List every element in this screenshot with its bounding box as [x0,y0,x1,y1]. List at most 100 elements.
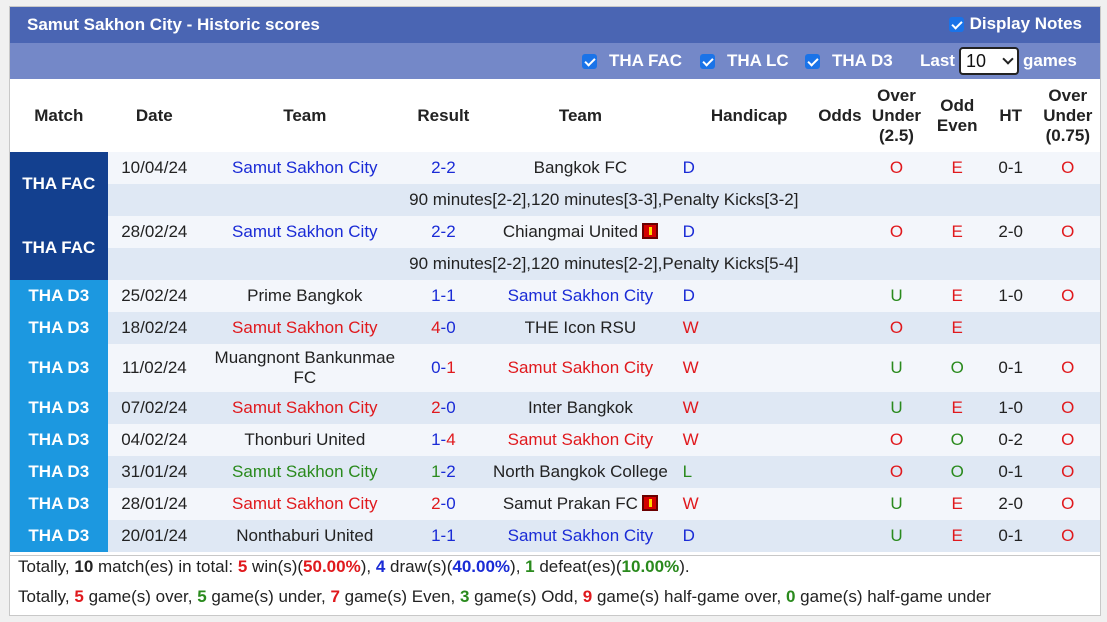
filter-tha-d3-checkbox[interactable] [805,53,820,69]
handicap-cell: D [682,520,816,552]
table-row[interactable]: THA D3 20/01/24 Nonthaburi United 1-1 Samut … [10,520,1100,552]
odd-even: E [928,488,986,520]
away-team[interactable]: Samut Sakhon City [478,520,683,552]
summary-text: game(s) under, [206,587,331,606]
summary-text: defeat(es)( [534,557,622,576]
table-row[interactable]: THA D3 25/02/24 Prime Bangkok 1-1 Samut Sakh… [10,280,1100,312]
table-row[interactable]: THA D3 31/01/24 Samut Sakhon City 1-2 North … [10,456,1100,488]
display-notes-checkbox[interactable] [948,16,964,32]
away-team[interactable]: Samut Sakhon City [478,280,683,312]
home-team[interactable]: Samut Sakhon City [201,216,409,248]
odd-even: O [928,456,986,488]
result-score[interactable]: 4-0 [408,312,479,344]
red-card-icon [641,223,658,239]
summary-defeat-pct: 10.00% [621,557,680,576]
title-bar: Samut Sakhon City - Historic scores Disp… [10,7,1100,43]
handicap-cell: L [682,456,816,488]
home-team[interactable]: Muangnont Bankunmae FC [201,344,409,392]
home-team[interactable]: Samut Sakhon City [201,392,409,424]
away-team[interactable]: Samut Prakan FC [478,488,683,520]
odd-even: E [928,392,986,424]
home-team[interactable]: Samut Sakhon City [201,312,409,344]
historic-scores-panel: Samut Sakhon City - Historic scores Disp… [9,6,1101,616]
half-time-score: 0-1 [985,152,1036,184]
home-team[interactable]: Samut Sakhon City [201,488,409,520]
result-score[interactable]: 2-0 [408,392,479,424]
league-badge[interactable]: THA D3 [10,280,108,312]
summary-line-1: Totally, 10 match(es) in total: 5 win(s)… [18,557,690,577]
last-games-select[interactable]: 10 [958,47,1019,75]
over-under-25: U [864,392,929,424]
result-score[interactable]: 1-1 [408,280,479,312]
table-row[interactable]: THA D3 07/02/24 Samut Sakhon City 2-0 Inter … [10,392,1100,424]
away-team[interactable]: Chiangmai United [478,216,683,248]
odds-cell [815,520,865,552]
score-home: 1 [431,526,441,545]
filter-tha-fac[interactable]: THA FAC [582,51,682,71]
summary-line-2: Totally, 5 game(s) over, 5 game(s) under… [18,587,991,607]
col-oe-line2: Even [936,115,978,135]
filter-tha-fac-checkbox[interactable] [582,53,597,69]
home-team[interactable]: Samut Sakhon City [201,456,409,488]
league-badge[interactable]: THA FAC [10,152,108,216]
divider [10,555,1100,556]
away-team[interactable]: THE Icon RSU [478,312,683,344]
over-under-075: O [1035,488,1100,520]
match-date: 25/02/24 [107,280,201,312]
away-team[interactable]: Bangkok FC [478,152,683,184]
table-row[interactable]: THA D3 11/02/24 Muangnont Bankunmae FC 0-1 S… [10,344,1100,392]
result-score[interactable]: 1-2 [408,456,479,488]
home-team[interactable]: Nonthaburi United [201,520,409,552]
league-badge[interactable]: THA D3 [10,456,108,488]
summary-text: Totally, [18,557,75,576]
red-card-icon [641,495,658,511]
away-team[interactable]: North Bangkok College [478,456,683,488]
home-team[interactable]: Prime Bangkok [201,280,409,312]
result-score[interactable]: 2-2 [408,216,479,248]
match-note-row: 90 minutes[2-2],120 minutes[3-3],Penalty… [10,184,1100,216]
result-score[interactable]: 1-1 [408,520,479,552]
league-badge[interactable]: THA D3 [10,424,108,456]
score-home: 1 [431,430,441,449]
summary-text: ), [360,557,376,576]
league-badge[interactable]: THA D3 [10,312,108,344]
table-row[interactable]: THA D3 04/02/24 Thonburi United 1-4 Samut Sa… [10,424,1100,456]
half-time-score: 2-0 [985,488,1036,520]
col-match: Match [10,79,108,152]
over-under-25: O [864,216,929,248]
result-score[interactable]: 1-4 [408,424,479,456]
col-ou2-line2: Under [1043,105,1093,125]
result-score[interactable]: 0-1 [408,344,479,392]
display-notes-toggle[interactable]: Display Notes [948,14,1082,34]
table-row[interactable]: THA D3 18/02/24 Samut Sakhon City 4-0 THE Ic… [10,312,1100,344]
odds-cell [815,216,865,248]
filter-tha-lc[interactable]: THA LC [700,51,789,71]
handicap-cell: W [682,488,816,520]
table-row[interactable]: THA FAC 28/02/24 Samut Sakhon City 2-2 Chian… [10,216,1100,280]
home-team[interactable]: Thonburi United [201,424,409,456]
filter-tha-d3[interactable]: THA D3 [805,51,893,71]
league-badge[interactable]: THA D3 [10,488,108,520]
filter-tha-lc-checkbox[interactable] [700,53,715,69]
table-row[interactable]: THA D3 28/01/24 Samut Sakhon City 2-0 Samut … [10,488,1100,520]
away-team[interactable]: Samut Sakhon City [478,424,683,456]
col-oe-line1: Odd [940,95,975,115]
league-badge[interactable]: THA D3 [10,520,108,552]
result-score[interactable]: 2-0 [408,488,479,520]
away-team-name: Chiangmai United [502,222,638,241]
over-under-075: O [1035,344,1100,392]
away-team[interactable]: Inter Bangkok [478,392,683,424]
home-team[interactable]: Samut Sakhon City [201,152,409,184]
league-badge[interactable]: THA D3 [10,344,108,392]
half-time-score: 1-0 [985,392,1036,424]
league-badge[interactable]: THA FAC [10,216,108,280]
away-team-name: Bangkok FC [533,158,628,177]
result-score[interactable]: 2-2 [408,152,479,184]
summary-even: 7 [330,587,340,606]
score-home: 1 [431,286,441,305]
away-team[interactable]: Samut Sakhon City [478,344,683,392]
table-row[interactable]: THA FAC 10/04/24 Samut Sakhon City 2-2 Bangk… [10,152,1100,216]
league-badge[interactable]: THA D3 [10,392,108,424]
half-time-score: 0-2 [985,424,1036,456]
score-away: 4 [446,430,456,449]
